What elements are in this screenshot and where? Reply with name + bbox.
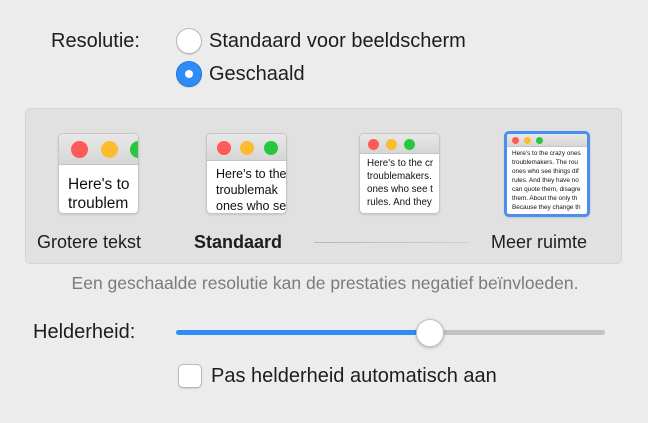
brightness-label: Helderheid:: [33, 321, 136, 343]
zoom-dot-icon: [536, 137, 543, 144]
auto-brightness-checkbox[interactable]: [178, 364, 202, 388]
close-dot-icon: [217, 141, 231, 155]
preview-text-line: Here's to: [68, 176, 130, 193]
radio-scaled[interactable]: [176, 61, 202, 87]
resolution-label: Resolutie:: [51, 30, 140, 52]
preview-text-line: Here's to the cr: [367, 158, 434, 169]
brightness-slider-track[interactable]: [430, 330, 605, 335]
radio-selected-dot: [185, 70, 193, 78]
preview-text-line: troublem: [68, 195, 129, 212]
close-dot-icon: [368, 139, 379, 150]
radio-default-display[interactable]: [176, 28, 202, 54]
preview-text-line: rules. And they: [367, 197, 432, 208]
scale-option-standard[interactable]: Here's to the troublemak ones who se: [206, 133, 287, 214]
scale-label-larger-text[interactable]: Grotere tekst: [37, 232, 141, 253]
window-titlebar: [59, 134, 138, 165]
zoom-dot-icon: [264, 141, 278, 155]
scale-divider-line: [314, 242, 470, 243]
preview-text-line: can quote them, disagre: [512, 186, 581, 193]
close-dot-icon: [512, 137, 519, 144]
scale-option-more-space-medium[interactable]: Here's to the cr troublemakers. ones who…: [359, 133, 440, 214]
scaling-performance-note: Een geschaalde resolutie kan de prestati…: [71, 273, 579, 293]
preview-text-line: Here's to the crazy ones: [512, 150, 581, 157]
brightness-slider-knob[interactable]: [416, 319, 444, 347]
preview-text-line: them. About the only th: [512, 195, 578, 202]
scale-label-standard[interactable]: Standaard: [194, 232, 282, 253]
radio-scaled-label[interactable]: Geschaald: [209, 63, 305, 86]
zoom-dot-icon: [130, 141, 138, 158]
minimize-dot-icon: [386, 139, 397, 150]
close-dot-icon: [71, 141, 88, 158]
window-titlebar: [507, 134, 587, 147]
radio-default-display-label[interactable]: Standaard voor beeldscherm: [209, 30, 466, 53]
scale-option-larger-text[interactable]: Here's to troublem: [58, 133, 139, 214]
preview-text-line: ones who see t: [367, 184, 433, 195]
preview-text-line: rules. And they have no: [512, 177, 579, 184]
preview-text-line: Because they change th: [512, 204, 581, 211]
preview-text-line: ones who see things dif: [512, 168, 579, 175]
preview-text-line: Here's to the: [216, 167, 287, 181]
minimize-dot-icon: [101, 141, 118, 158]
scale-label-more-space[interactable]: Meer ruimte: [491, 232, 587, 253]
preview-text-line: troublemakers. The rou: [512, 159, 578, 166]
minimize-dot-icon: [240, 141, 254, 155]
auto-brightness-label[interactable]: Pas helderheid automatisch aan: [211, 365, 497, 388]
scale-option-more-space[interactable]: Here's to the crazy ones troublemakers. …: [504, 131, 590, 217]
preview-text-line: ones who se: [216, 199, 287, 213]
zoom-dot-icon: [404, 139, 415, 150]
minimize-dot-icon: [524, 137, 531, 144]
window-titlebar: [360, 134, 439, 154]
preview-text-line: troublemak: [216, 183, 278, 197]
brightness-slider-fill[interactable]: [176, 330, 430, 335]
window-titlebar: [207, 134, 286, 161]
preview-text-line: troublemakers.: [367, 171, 432, 182]
